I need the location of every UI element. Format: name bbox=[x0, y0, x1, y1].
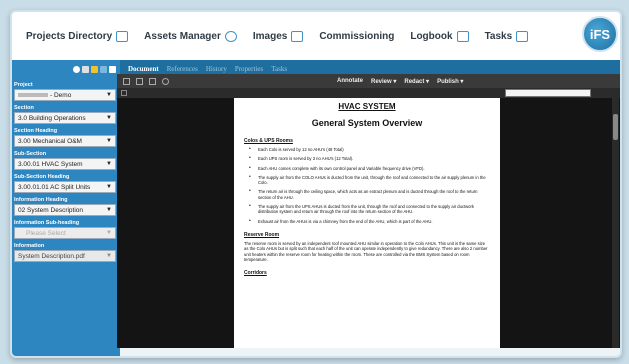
annotate-menu[interactable]: Annotate bbox=[337, 78, 363, 85]
link-icon bbox=[224, 30, 237, 42]
chevron-down-icon: ▼ bbox=[106, 161, 112, 167]
tab-references[interactable]: References bbox=[167, 65, 198, 73]
nav-assets-manager[interactable]: Assets Manager bbox=[144, 30, 237, 42]
chevron-down-icon: ▼ bbox=[106, 115, 112, 121]
information-label: Information bbox=[14, 243, 45, 249]
section-heading-label: Section Heading bbox=[14, 128, 58, 134]
document-icon[interactable] bbox=[82, 65, 89, 73]
viewer-menu: Annotate Review ▾ Redact ▾ Publish ▾ bbox=[337, 78, 463, 85]
nav-label: Projects Directory bbox=[26, 30, 113, 42]
project-value: - Demo bbox=[18, 92, 71, 99]
chevron-down-icon: ▼ bbox=[106, 138, 112, 144]
publish-menu[interactable]: Publish ▾ bbox=[437, 78, 463, 85]
viewer-subtoolbar bbox=[117, 88, 620, 98]
document-subtitle: General System Overview bbox=[311, 118, 423, 128]
bullet-item: Each UPS room is served by 3 no AHU's (1… bbox=[244, 156, 490, 162]
download-icon[interactable] bbox=[136, 77, 143, 85]
book-icon bbox=[456, 30, 469, 42]
project-name: - Demo bbox=[50, 91, 72, 99]
tab-tasks[interactable]: Tasks bbox=[271, 65, 287, 73]
document-page: HVAC SYSTEM General System Overview Colo… bbox=[234, 98, 500, 348]
document-scrollbar[interactable] bbox=[612, 98, 619, 348]
logo-text: iFS bbox=[589, 26, 611, 42]
section-paragraph: The reserve room is served by an indepen… bbox=[244, 240, 488, 262]
review-label: Review bbox=[371, 78, 392, 85]
image-icon bbox=[291, 30, 304, 42]
nav-label: Commissioning bbox=[319, 30, 395, 42]
document-title: HVAC SYSTEM bbox=[338, 102, 396, 111]
sidebar: Project - Demo ▼ Section 3.0 Building Op… bbox=[12, 60, 120, 356]
sub-section-heading-select[interactable]: 3.00.01.01 AC Split Units ▼ bbox=[14, 181, 116, 193]
bullet-list: Each Colo is served by 12 no AHU's (48 T… bbox=[244, 147, 490, 224]
tab-document[interactable]: Document bbox=[128, 65, 159, 73]
information-subheading-select[interactable]: Please Select ▼ bbox=[14, 227, 116, 239]
section-heading-corridors: Corridors bbox=[244, 270, 267, 277]
nav-commissioning[interactable]: Commissioning bbox=[319, 31, 394, 42]
chevron-down-icon: ▼ bbox=[106, 207, 112, 213]
section-select[interactable]: 3.0 Building Operations ▼ bbox=[14, 112, 116, 124]
chevron-down-icon: ▼ bbox=[106, 253, 112, 259]
project-select[interactable]: - Demo ▼ bbox=[14, 89, 116, 101]
sub-section-select[interactable]: 3.00.01 HVAC System ▼ bbox=[14, 158, 116, 170]
sidebar-toggle-icon[interactable] bbox=[121, 90, 127, 96]
list-icon[interactable] bbox=[109, 65, 116, 73]
sub-section-value: 3.00.01 HVAC System bbox=[18, 160, 83, 168]
star-icon[interactable] bbox=[91, 65, 98, 73]
sub-section-label: Sub-Section bbox=[14, 151, 47, 157]
folder-icon bbox=[116, 30, 129, 42]
nav-logbook[interactable]: Logbook bbox=[410, 30, 469, 42]
circle-icon[interactable] bbox=[73, 65, 80, 73]
redact-label: Redact bbox=[404, 78, 425, 85]
sidebar-toolbar bbox=[12, 60, 120, 78]
information-subheading-value: Please Select bbox=[26, 229, 66, 237]
chevron-down-icon: ▼ bbox=[106, 184, 112, 190]
sub-section-heading-label: Sub-Section Heading bbox=[14, 174, 70, 180]
bookmark-icon[interactable] bbox=[100, 65, 107, 73]
project-label: Project bbox=[14, 82, 33, 88]
redact-menu[interactable]: Redact ▾ bbox=[404, 78, 429, 85]
bullet-item: Each AHU comes complete with its own con… bbox=[244, 166, 490, 172]
bullet-item: Each Colo is served by 12 no AHU's (48 T… bbox=[244, 147, 490, 153]
calendar-icon bbox=[516, 30, 529, 42]
nav-label: Logbook bbox=[410, 30, 453, 42]
information-subheading-label: Information Sub-heading bbox=[14, 220, 80, 226]
chevron-down-icon: ▼ bbox=[106, 230, 112, 236]
nav-label: Images bbox=[252, 30, 288, 42]
bullet-item: The supply air from the UPS AHUs is duct… bbox=[244, 204, 490, 215]
tab-history[interactable]: History bbox=[206, 65, 227, 73]
bullet-item: The return air is through the ceiling sp… bbox=[244, 189, 490, 200]
section-heading-reserve: Reserve Room bbox=[244, 231, 280, 238]
print-icon[interactable] bbox=[149, 77, 156, 85]
review-menu[interactable]: Review ▾ bbox=[371, 78, 396, 85]
information-select[interactable]: System Description.pdf ▼ bbox=[14, 250, 116, 262]
scrollbar-thumb[interactable] bbox=[613, 114, 618, 140]
nav-tasks[interactable]: Tasks bbox=[484, 30, 529, 42]
page-icon[interactable] bbox=[123, 77, 130, 85]
information-heading-label: Information Heading bbox=[14, 197, 68, 203]
viewer-toolbar: Annotate Review ▾ Redact ▾ Publish ▾ bbox=[117, 74, 620, 88]
redacted-text bbox=[18, 93, 48, 97]
tab-properties[interactable]: Properties bbox=[235, 65, 263, 73]
viewer-search-input[interactable] bbox=[505, 89, 591, 97]
section-heading-colos: Colos & UPS Rooms bbox=[244, 138, 293, 144]
section-heading-select[interactable]: 3.00 Mechanical O&M ▼ bbox=[14, 135, 116, 147]
section-label: Section bbox=[14, 105, 34, 111]
company-logo: iFS bbox=[582, 16, 618, 52]
top-navigation: Projects Directory Assets Manager Images… bbox=[12, 12, 620, 60]
bullet-item: Exhaust air from the AHUs is via a chimn… bbox=[244, 219, 490, 225]
nav-label: Tasks bbox=[484, 30, 513, 42]
publish-label: Publish bbox=[437, 78, 459, 85]
nav-label: Assets Manager bbox=[144, 30, 221, 42]
nav-images[interactable]: Images bbox=[252, 30, 304, 42]
information-heading-value: 02 System Description bbox=[18, 206, 84, 214]
nav-projects-directory[interactable]: Projects Directory bbox=[26, 30, 129, 42]
pan-icon[interactable] bbox=[162, 77, 169, 85]
sub-section-heading-value: 3.00.01.01 AC Split Units bbox=[18, 183, 91, 191]
section-heading-value: 3.00 Mechanical O&M bbox=[18, 137, 82, 145]
information-value: System Description.pdf bbox=[18, 252, 85, 260]
bullet-item: The supply air from the COLO AHUs is duc… bbox=[244, 175, 490, 186]
chevron-down-icon: ▼ bbox=[106, 92, 112, 98]
section-value: 3.0 Building Operations bbox=[18, 114, 86, 122]
information-heading-select[interactable]: 02 System Description ▼ bbox=[14, 204, 116, 216]
